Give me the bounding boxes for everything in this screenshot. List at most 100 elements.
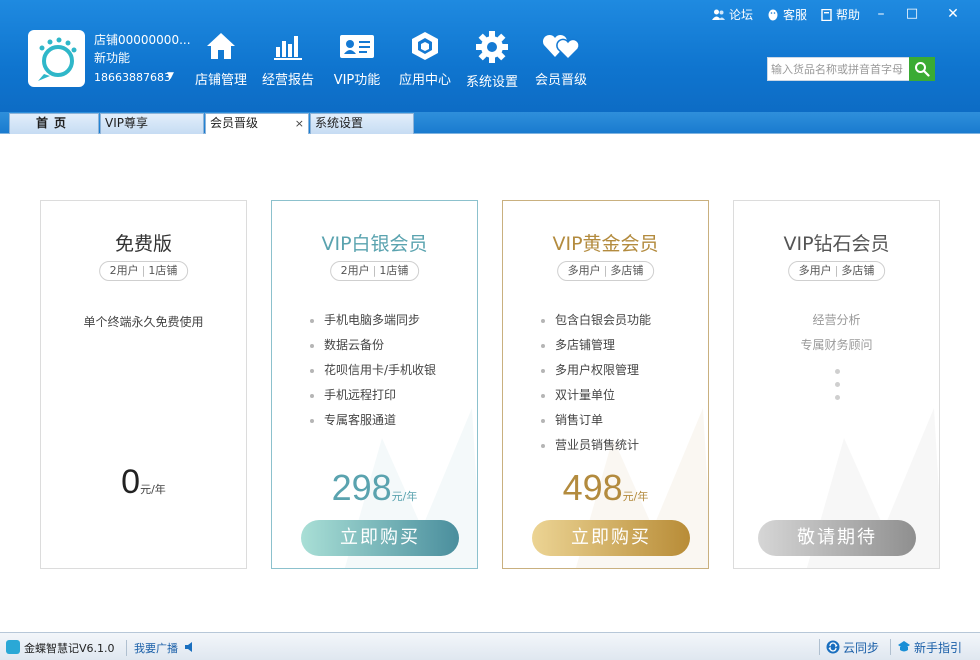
penguin-icon [768, 9, 778, 21]
plan-price-unit: 元/年 [391, 490, 418, 503]
plan-shops: 1店铺 [379, 264, 409, 277]
plan-feature: 手机电脑多端同步 [310, 313, 436, 338]
nav-label: 经营报告 [261, 73, 314, 88]
plan-price-value: 498 [562, 467, 623, 508]
plan-price: 0元/年 [41, 463, 246, 502]
plan-card-gold: VIP黄金会员 多用户 | 多店铺 包含白银会员功能 多店铺管理 多用户权限管理 双… [502, 200, 709, 569]
plan-card-diamond: VIP钻石会员 多用户 | 多店铺 经营分析 专属财务顾问 敬请期待 [733, 200, 940, 569]
minimize-button[interactable]: – [870, 4, 892, 24]
plan-shops: 多店铺 [610, 264, 644, 277]
forum-link[interactable]: 论坛 [711, 6, 753, 23]
plan-feature: 数据云备份 [310, 338, 436, 363]
gear-icon [476, 31, 508, 63]
search-button[interactable] [909, 57, 935, 81]
customer-service-label: 客服 [782, 8, 807, 22]
broadcast-link[interactable]: 我要广播 [126, 640, 178, 656]
plan-feature-list: 手机电脑多端同步 数据云备份 花呗信用卡/手机收银 手机远程打印 专属客服通道 [310, 313, 436, 438]
logo-icon [38, 37, 77, 81]
tab-home[interactable]: 首页 [9, 113, 99, 134]
buy-gold-button[interactable]: 立即购买 [532, 520, 690, 556]
beginner-guide-label: 新手指引 [914, 640, 963, 655]
nav-business-report[interactable]: 经营报告 [261, 30, 315, 90]
maximize-button[interactable]: □ [901, 4, 923, 24]
plan-title: 免费版 [114, 233, 172, 255]
beginner-guide-button[interactable]: 新手指引 [890, 639, 962, 655]
plan-users: 多用户 [798, 264, 832, 277]
coming-soon-button[interactable]: 敬请期待 [758, 520, 916, 556]
tab-vip-exclusive[interactable]: VIP尊享 [100, 113, 204, 134]
plan-shops: 多店铺 [841, 264, 875, 277]
plan-users: 2用户 [340, 264, 370, 277]
sync-icon [826, 640, 840, 654]
forum-link-label: 论坛 [728, 8, 753, 22]
vip-card-icon [340, 35, 374, 58]
plan-shops: 1店铺 [148, 264, 178, 277]
plan-feature: 花呗信用卡/手机收银 [310, 363, 436, 388]
plan-card-free: 免费版 2用户 | 1店铺 单个终端永久免费使用 0元/年 [40, 200, 247, 569]
plan-price-value: 0 [121, 463, 141, 501]
help-link-label: 帮助 [835, 8, 860, 22]
plan-price-unit: 元/年 [140, 483, 166, 496]
more-features-dots [834, 369, 840, 408]
tab-strip: 首页 VIP尊享 会员晋级 × 系统设置 [0, 112, 980, 134]
nav-member-upgrade[interactable]: 会员晋级 [533, 30, 589, 90]
plan-feature-list: 包含白银会员功能 多店铺管理 多用户权限管理 双计量单位 销售订单 营业员销售统… [541, 313, 651, 463]
plan-price: 298元/年 [272, 467, 477, 509]
tab-system-settings[interactable]: 系统设置 [310, 113, 414, 134]
plan-feature: 销售订单 [541, 413, 651, 438]
account-phone[interactable]: 18663887683 [94, 71, 171, 84]
guide-icon [898, 641, 910, 652]
tab-member-upgrade-label: 会员晋级 [210, 116, 259, 130]
users-icon [711, 9, 725, 20]
nav-system-settings[interactable]: 系统设置 [465, 30, 519, 90]
tab-close-button[interactable]: × [295, 114, 304, 133]
book-icon [821, 8, 832, 21]
shop-subtitle: 新功能 [94, 51, 131, 65]
member-upgrade-page: 免费版 2用户 | 1店铺 单个终端永久免费使用 0元/年 VIP白银会员 2用户 |… [0, 134, 980, 632]
buy-silver-button[interactable]: 立即购买 [301, 520, 459, 556]
app-version: 金蝶智慧记V6.1.0 [24, 642, 115, 655]
plan-feature: 多店铺管理 [541, 338, 651, 363]
product-search-input[interactable] [768, 58, 908, 80]
plan-feature: 经营分析 [812, 313, 861, 327]
plan-feature: 双计量单位 [541, 388, 651, 413]
plan-feature: 专属财务顾问 [800, 338, 873, 352]
top-links: 论坛 客服 帮助 [711, 6, 860, 23]
plan-capacity-tag: 2用户 | 1店铺 [98, 261, 189, 281]
plan-price-value: 298 [331, 467, 392, 508]
nav-label: 系统设置 [465, 75, 518, 90]
nav-label: 店铺管理 [194, 73, 247, 88]
plan-capacity-tag: 多用户 | 多店铺 [556, 261, 655, 281]
plan-feature: 包含白银会员功能 [541, 313, 651, 338]
plan-feature-list: 经营分析 专属财务顾问 [734, 313, 939, 363]
account-dropdown-caret-icon[interactable]: ▼ [167, 71, 174, 81]
status-logo-icon [6, 640, 20, 654]
plan-description: 单个终端永久免费使用 [83, 315, 204, 329]
help-link[interactable]: 帮助 [821, 6, 860, 23]
plan-card-silver: VIP白银会员 2用户 | 1店铺 手机电脑多端同步 数据云备份 花呗信用卡/手机收… [271, 200, 478, 569]
hearts-icon [542, 34, 580, 61]
search-icon [915, 62, 930, 77]
plan-title: VIP黄金会员 [552, 233, 659, 255]
plan-feature: 多用户权限管理 [541, 363, 651, 388]
nav-shop-management[interactable]: 店铺管理 [194, 30, 248, 90]
plan-price-unit: 元/年 [622, 490, 649, 503]
product-search [767, 57, 935, 81]
app-center-icon [412, 32, 438, 60]
speaker-icon[interactable] [184, 641, 196, 653]
nav-label: 应用中心 [398, 73, 451, 88]
app-header: 店铺00000000... 新功能 18663887683 ▼ 店铺管理 经营报… [0, 0, 980, 112]
nav-label: VIP功能 [333, 73, 381, 88]
close-window-button[interactable]: ✕ [942, 4, 964, 24]
plan-feature: 专属客服通道 [310, 413, 436, 438]
cloud-sync-button[interactable]: 云同步 [819, 639, 879, 655]
shop-name: 店铺00000000... [94, 33, 191, 47]
plan-capacity-tag: 2用户 | 1店铺 [329, 261, 420, 281]
nav-vip-features[interactable]: VIP功能 [331, 30, 383, 90]
nav-app-center[interactable]: 应用中心 [398, 30, 452, 90]
tab-member-upgrade[interactable]: 会员晋级 × [205, 113, 309, 134]
plan-capacity-tag: 多用户 | 多店铺 [787, 261, 886, 281]
plan-title: VIP钻石会员 [783, 233, 890, 255]
plan-price: 498元/年 [503, 467, 708, 509]
customer-service-link[interactable]: 客服 [767, 6, 807, 23]
